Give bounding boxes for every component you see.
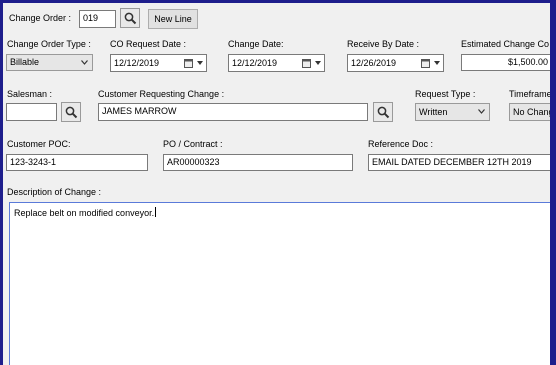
change-order-type-value: Billable [10, 57, 40, 67]
reference-doc-label: Reference Doc : [368, 139, 434, 149]
request-type-label: Request Type : [415, 89, 476, 99]
calendar-icon [302, 59, 311, 68]
request-type-select[interactable]: Written [415, 103, 490, 121]
text-cursor [155, 207, 157, 217]
description-textarea[interactable]: Replace belt on modified conveyor. [9, 202, 550, 365]
change-date-value: 12/12/2019 [232, 58, 278, 68]
chevron-down-icon [81, 60, 88, 65]
chevron-down-icon [197, 61, 203, 65]
estimated-change-cost-label: Estimated Change Co [461, 39, 550, 49]
reference-doc-input[interactable]: EMAIL DATED DECEMBER 12TH 2019 [368, 154, 550, 171]
salesman-label: Salesman : [7, 89, 53, 99]
customer-requesting-change-label: Customer Requesting Change : [98, 89, 225, 99]
customer-poc-label: Customer POC: [7, 139, 71, 149]
customer-search-button[interactable] [373, 102, 393, 122]
co-request-date-picker[interactable]: 12/12/2019 [110, 54, 207, 72]
search-icon [377, 106, 390, 119]
timeframe-label: Timeframe [509, 89, 550, 99]
salesman-search-button[interactable] [61, 102, 81, 122]
receive-by-date-label: Receive By Date : [347, 39, 420, 49]
chevron-down-icon [478, 109, 485, 114]
change-order-search-button[interactable] [120, 8, 140, 28]
search-icon [124, 12, 137, 25]
po-contract-label: PO / Contract : [163, 139, 223, 149]
change-order-type-select[interactable]: Billable [6, 54, 93, 71]
co-request-date-label: CO Request Date : [110, 39, 187, 49]
search-icon [65, 106, 78, 119]
change-order-label: Change Order : [9, 13, 72, 23]
chevron-down-icon [434, 61, 440, 65]
customer-poc-input[interactable]: 123-3243-1 [6, 154, 148, 171]
description-text: Replace belt on modified conveyor. [14, 208, 155, 218]
co-request-date-value: 12/12/2019 [114, 58, 160, 68]
estimated-change-cost-input[interactable]: $1,500.00 [461, 54, 550, 71]
new-line-button[interactable]: New Line [148, 9, 198, 29]
chevron-down-icon [315, 61, 321, 65]
timeframe-value: No Chang [513, 107, 550, 117]
timeframe-select[interactable]: No Chang [509, 103, 550, 121]
calendar-icon [184, 59, 193, 68]
po-contract-input[interactable]: AR00000323 [163, 154, 353, 171]
change-order-number-input[interactable]: 019 [79, 10, 116, 28]
receive-by-date-picker[interactable]: 12/26/2019 [347, 54, 444, 72]
customer-requesting-change-input[interactable]: JAMES MARROW [98, 103, 368, 121]
calendar-icon [421, 59, 430, 68]
change-date-picker[interactable]: 12/12/2019 [228, 54, 325, 72]
change-order-form: Change Order : 019 New Line Change Order… [3, 3, 550, 365]
salesman-input[interactable] [6, 103, 57, 121]
request-type-value: Written [419, 107, 448, 117]
receive-by-date-value: 12/26/2019 [351, 58, 397, 68]
description-label: Description of Change : [7, 187, 102, 197]
change-order-type-label: Change Order Type : [7, 39, 91, 49]
change-date-label: Change Date: [228, 39, 284, 49]
